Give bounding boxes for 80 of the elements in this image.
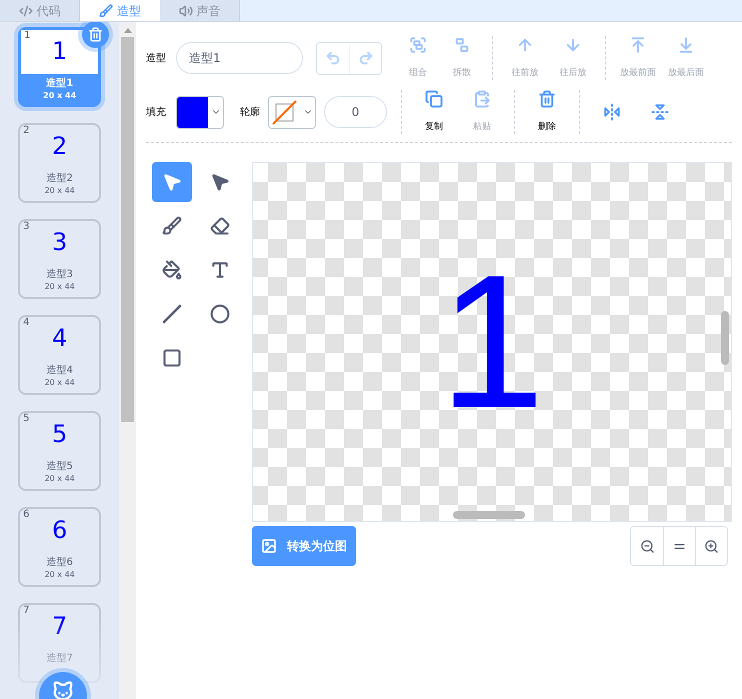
costume-name: 造型1 [46,78,74,90]
costume-card[interactable]: 1 1 造型1 20 x 44 [18,27,102,107]
costume-name: 造型5 [46,461,73,473]
circle-icon [210,304,230,324]
costume-index: 4 [23,317,30,329]
fill-color-picker[interactable] [176,96,224,128]
costume-size: 20 x 44 [43,90,76,102]
costume-thumbnail: 2 [52,133,68,159]
costume-thumbnail: 4 [52,325,68,351]
delete-button[interactable]: 删除 [523,90,571,134]
costume-name-label: 造型 [146,52,167,66]
pointer-icon [162,172,182,192]
trash-icon [538,90,556,108]
delete-costume-button[interactable] [82,22,110,48]
drawing-canvas[interactable]: 1 [252,162,732,522]
paste-icon [473,90,491,108]
zoom-in-icon [704,538,719,554]
costume-index: 7 [23,605,30,617]
square-icon [162,348,182,368]
cat-icon [52,680,74,699]
costume-size: 20 x 44 [44,473,75,485]
costume-card[interactable]: 3 3 造型3 20 x 44 [18,219,102,299]
costume-glyph: 1 [439,247,545,437]
select-tool[interactable] [152,162,192,202]
costume-name-field[interactable]: 造型1 [176,42,303,74]
zoom-out-icon [640,538,654,554]
fill-label: 填充 [146,106,167,120]
costume-thumbnail: 6 [52,517,68,543]
arrow-down-icon [564,36,582,54]
costume-size: 20 x 44 [44,569,75,581]
costume-name: 造型2 [46,173,73,185]
code-icon [18,4,32,18]
costume-name: 造型7 [46,653,73,665]
costume-card[interactable]: 6 6 造型6 20 x 44 [18,507,102,587]
costume-index: 3 [23,221,30,233]
brush-icon [162,216,182,236]
costume-thumbnail: 1 [52,38,68,64]
copy-icon [425,90,443,108]
copy-button[interactable]: 复制 [410,90,458,134]
trash-icon [88,27,104,42]
arrow-down-line-icon [677,36,695,54]
brush-icon [99,4,113,18]
outline-label: 轮廓 [240,106,261,120]
costume-thumbnail: 7 [52,613,68,639]
line-icon [162,304,182,324]
undo-icon [325,50,341,66]
outline-color-picker[interactable] [268,96,316,128]
outline-width-field[interactable]: 0 [324,96,387,128]
scroll-up-icon[interactable] [124,28,132,33]
redo-icon [358,50,374,66]
costume-name: 造型3 [46,269,73,281]
reshape-pointer-icon [210,172,230,192]
horizontal-scrollbar[interactable] [453,511,525,519]
paint-bucket-icon [162,260,182,280]
image-icon [261,538,277,554]
costume-card[interactable]: 5 5 造型5 20 x 44 [18,411,102,491]
costume-card[interactable]: 2 2 造型2 20 x 44 [18,123,102,203]
flip-vertical-icon [651,103,669,121]
eraser-icon [210,216,230,236]
costume-index: 6 [23,509,30,521]
costume-card[interactable]: 7 7 造型7 [18,603,102,683]
ungroup-icon [453,36,471,54]
costume-size: 20 x 44 [44,377,75,389]
flip-horizontal-icon [603,103,621,121]
arrow-up-line-icon [629,36,647,54]
scrollbar-thumb[interactable] [121,37,134,422]
costume-index: 5 [23,413,30,425]
costume-thumbnail: 5 [52,421,68,447]
costume-name: 造型4 [46,365,73,377]
group-icon [409,36,427,54]
costume-card[interactable]: 4 4 造型4 20 x 44 [18,315,102,395]
vertical-scrollbar[interactable] [721,311,729,365]
costume-thumbnail: 3 [52,229,68,255]
costume-size: 20 x 44 [44,185,75,197]
text-icon [210,260,230,280]
costume-name: 造型6 [46,557,73,569]
costume-index: 1 [24,30,31,42]
speaker-icon [178,4,192,18]
costume-size: 20 x 44 [44,281,75,293]
costume-index: 2 [23,125,30,137]
